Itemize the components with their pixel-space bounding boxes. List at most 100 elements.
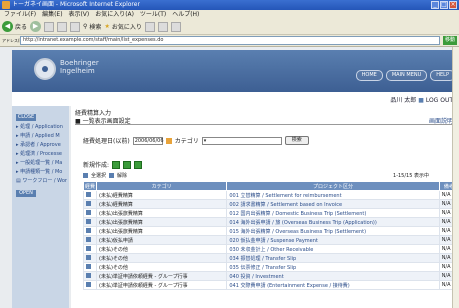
home-link[interactable]: HOME	[355, 70, 383, 81]
table-row[interactable]: (未払)その他 030 未収金計上 / Other Receivable N/A	[83, 244, 459, 254]
row-icon[interactable]	[83, 244, 97, 254]
menu-tools[interactable]: ツール(T)	[140, 11, 166, 18]
search-button[interactable]: ⚲ 検索	[83, 22, 101, 31]
col-header-type[interactable]: 経費	[83, 181, 97, 191]
print-button[interactable]	[170, 21, 181, 32]
menu-file[interactable]: ファイル(F)	[4, 11, 36, 18]
stop-button[interactable]	[44, 21, 55, 32]
row-icon[interactable]	[83, 235, 97, 245]
sidebar-item-application[interactable]: ▸ 処理 / Application	[16, 123, 69, 130]
forward-button[interactable]: ▶	[30, 21, 42, 32]
row-icon[interactable]	[83, 271, 97, 281]
table-row[interactable]: (未払)出張旅費精算 015 海外出張精算 / Overseas Business…	[83, 226, 459, 236]
minimize-button[interactable]: _	[431, 1, 439, 9]
table-row[interactable]: (未払)経費精算 002 請求書精算 / Settlement based on …	[83, 199, 459, 209]
sidebar-item-workflow[interactable]: ▤ ワークフロー / Wor	[16, 177, 69, 184]
window-title: トーガネイ画面 - Microsoft Internet Explorer	[12, 1, 140, 8]
table-row[interactable]: (未払)その他 035 伝票修正 / Transfer Slip N/A	[83, 262, 459, 272]
favorites-button[interactable]: ★ お気に入り	[104, 22, 141, 31]
row-icon[interactable]	[83, 208, 97, 218]
go-button[interactable]: 移動	[443, 36, 457, 45]
menu-help[interactable]: ヘルプ(H)	[172, 11, 199, 18]
row-project[interactable]: 035 伝票修正 / Transfer Slip	[226, 262, 440, 272]
search-icon: ⚲	[83, 23, 88, 30]
row-icon[interactable]	[83, 280, 97, 290]
menu-bar: ファイル(F) 編集(E) 表示(V) お気に入り(A) ツール(T) ヘルプ(…	[0, 10, 459, 19]
user-name: 品川 太郎	[390, 97, 417, 104]
menu-edit[interactable]: 編集(E)	[42, 11, 62, 18]
document-icon	[86, 264, 91, 269]
back-button[interactable]: ◀ 戻る	[2, 21, 27, 32]
document-icon	[86, 228, 91, 233]
row-icon[interactable]	[83, 226, 97, 236]
main-content: 経費精算入力 ■ 一覧表示画面設定 画面説明 経費処理日(以前) 2006/06…	[71, 106, 459, 308]
sidebar-open-button[interactable]: OPEN	[16, 190, 36, 197]
row-project[interactable]: 015 海外出張精算 / Overseas Business Trip (Set…	[226, 226, 440, 236]
document-icon	[86, 192, 91, 197]
expense-table: 経費 カテゴリ プロジェクト区分 備考 (未払)経費精算 001 立替精算 / S…	[83, 181, 459, 290]
logout-link[interactable]: LOG OUT	[426, 97, 453, 104]
user-bar: 品川 太郎 ■ LOG OUT	[12, 92, 459, 106]
row-project[interactable]: 012 国内出張精算 / Domestic Business Trip (Set…	[226, 208, 440, 218]
table-row[interactable]: (未払)その他 034 振替処理 / Transfer Slip N/A	[83, 253, 459, 263]
new-expense-icon[interactable]	[112, 160, 121, 169]
row-project[interactable]: 014 海外出張申請 / 旅 (Overseas Business Trip (…	[226, 217, 440, 227]
main-menu-link[interactable]: MAIN MENU	[385, 70, 428, 81]
search-button[interactable]: 検索	[284, 136, 309, 145]
home-button[interactable]	[70, 21, 81, 32]
row-icon[interactable]	[83, 199, 97, 209]
date-input[interactable]: 2006/06/06	[132, 136, 164, 145]
media-button[interactable]	[144, 21, 155, 32]
deselect-link[interactable]: 解除	[117, 172, 127, 179]
document-icon	[86, 201, 91, 206]
document-icon	[86, 255, 91, 260]
refresh-button[interactable]	[57, 21, 68, 32]
row-icon[interactable]	[83, 253, 97, 263]
calendar-icon[interactable]	[165, 137, 172, 144]
row-project[interactable]: 020 仮払金申請 / Suspense Payment	[226, 235, 440, 245]
row-icon[interactable]	[83, 217, 97, 227]
table-body: (未払)経費精算 001 立替精算 / Settlement for reimbu…	[83, 190, 459, 290]
col-header-category[interactable]: カテゴリ	[95, 181, 228, 191]
document-icon	[86, 210, 91, 215]
table-row[interactable]: (未払)経費精算 001 立替精算 / Settlement for reimbu…	[83, 190, 459, 200]
maximize-button[interactable]: □	[440, 1, 448, 9]
col-header-project[interactable]: プロジェクト区分	[226, 181, 440, 191]
select-all-icon[interactable]	[83, 173, 88, 178]
close-window-button[interactable]: ×	[449, 1, 457, 9]
sidebar-item-applied[interactable]: ▸ 申請 / Applied M	[16, 132, 69, 139]
help-link[interactable]: 画面説明	[429, 116, 453, 125]
category-select[interactable]: ▾	[201, 136, 282, 145]
menu-view[interactable]: 表示(V)	[68, 11, 89, 18]
sidebar-item-processed[interactable]: ▸ 処理済 / Processe	[16, 150, 69, 157]
ie-icon	[2, 1, 10, 9]
table-row[interactable]: (未払)出張旅費精算 012 国内出張精算 / Domestic Business…	[83, 208, 459, 218]
row-project[interactable]: 001 立替精算 / Settlement for reimbursement	[226, 190, 440, 200]
app-banner: Boehringer Ingelheim HOME MAIN MENU HELP	[12, 50, 459, 92]
menu-favorites[interactable]: お気に入り(A)	[95, 11, 134, 18]
row-project[interactable]: 030 未収金計上 / Other Receivable	[226, 244, 440, 254]
row-category: (未払)出張旅費精算	[95, 208, 228, 218]
table-row[interactable]: (未払)仮払申請 020 仮払金申請 / Suspense Payment N/A	[83, 235, 459, 245]
sidebar-close-button[interactable]: CLOSE	[16, 114, 36, 121]
row-project[interactable]: 034 振替処理 / Transfer Slip	[226, 253, 440, 263]
sidebar-item-master[interactable]: ▸ 一般処理一覧 / Ma	[16, 159, 69, 166]
row-icon[interactable]	[83, 190, 97, 200]
table-row[interactable]: (未払)単証申請依頼経費 - グループ行事 040 投資 / Investment…	[83, 271, 459, 281]
search-row: 経費処理日(以前) 2006/06/06 カテゴリ ▾ 検索	[83, 136, 309, 145]
select-all-link[interactable]: 全選択	[91, 172, 106, 179]
sidebar-item-approve[interactable]: ▸ 承認者 / Approve	[16, 141, 69, 148]
row-project[interactable]: 041 交際費申請 (Entertainment Expense / 接待費)	[226, 280, 440, 290]
sidebar-item-mode[interactable]: ▸ 申請種類一覧 / Mo	[16, 168, 69, 175]
vertical-scrollbar[interactable]	[452, 47, 459, 308]
new-other-icon[interactable]	[134, 160, 143, 169]
table-row[interactable]: (未払)出張旅費精算 014 海外出張申請 / 旅 (Overseas Busin…	[83, 217, 459, 227]
row-project[interactable]: 002 請求書精算 / Settlement based on Invoice	[226, 199, 440, 209]
deselect-icon[interactable]	[109, 173, 115, 178]
row-project[interactable]: 040 投資 / Investment	[226, 271, 440, 281]
mail-button[interactable]	[157, 21, 168, 32]
table-row[interactable]: (未払)単証申請依頼経費 - グループ行事 041 交際費申請 (Entertai…	[83, 280, 459, 290]
url-input[interactable]: http://intranet.example.com/staff/main/l…	[20, 36, 440, 45]
new-travel-icon[interactable]	[123, 160, 132, 169]
row-icon[interactable]	[83, 262, 97, 272]
